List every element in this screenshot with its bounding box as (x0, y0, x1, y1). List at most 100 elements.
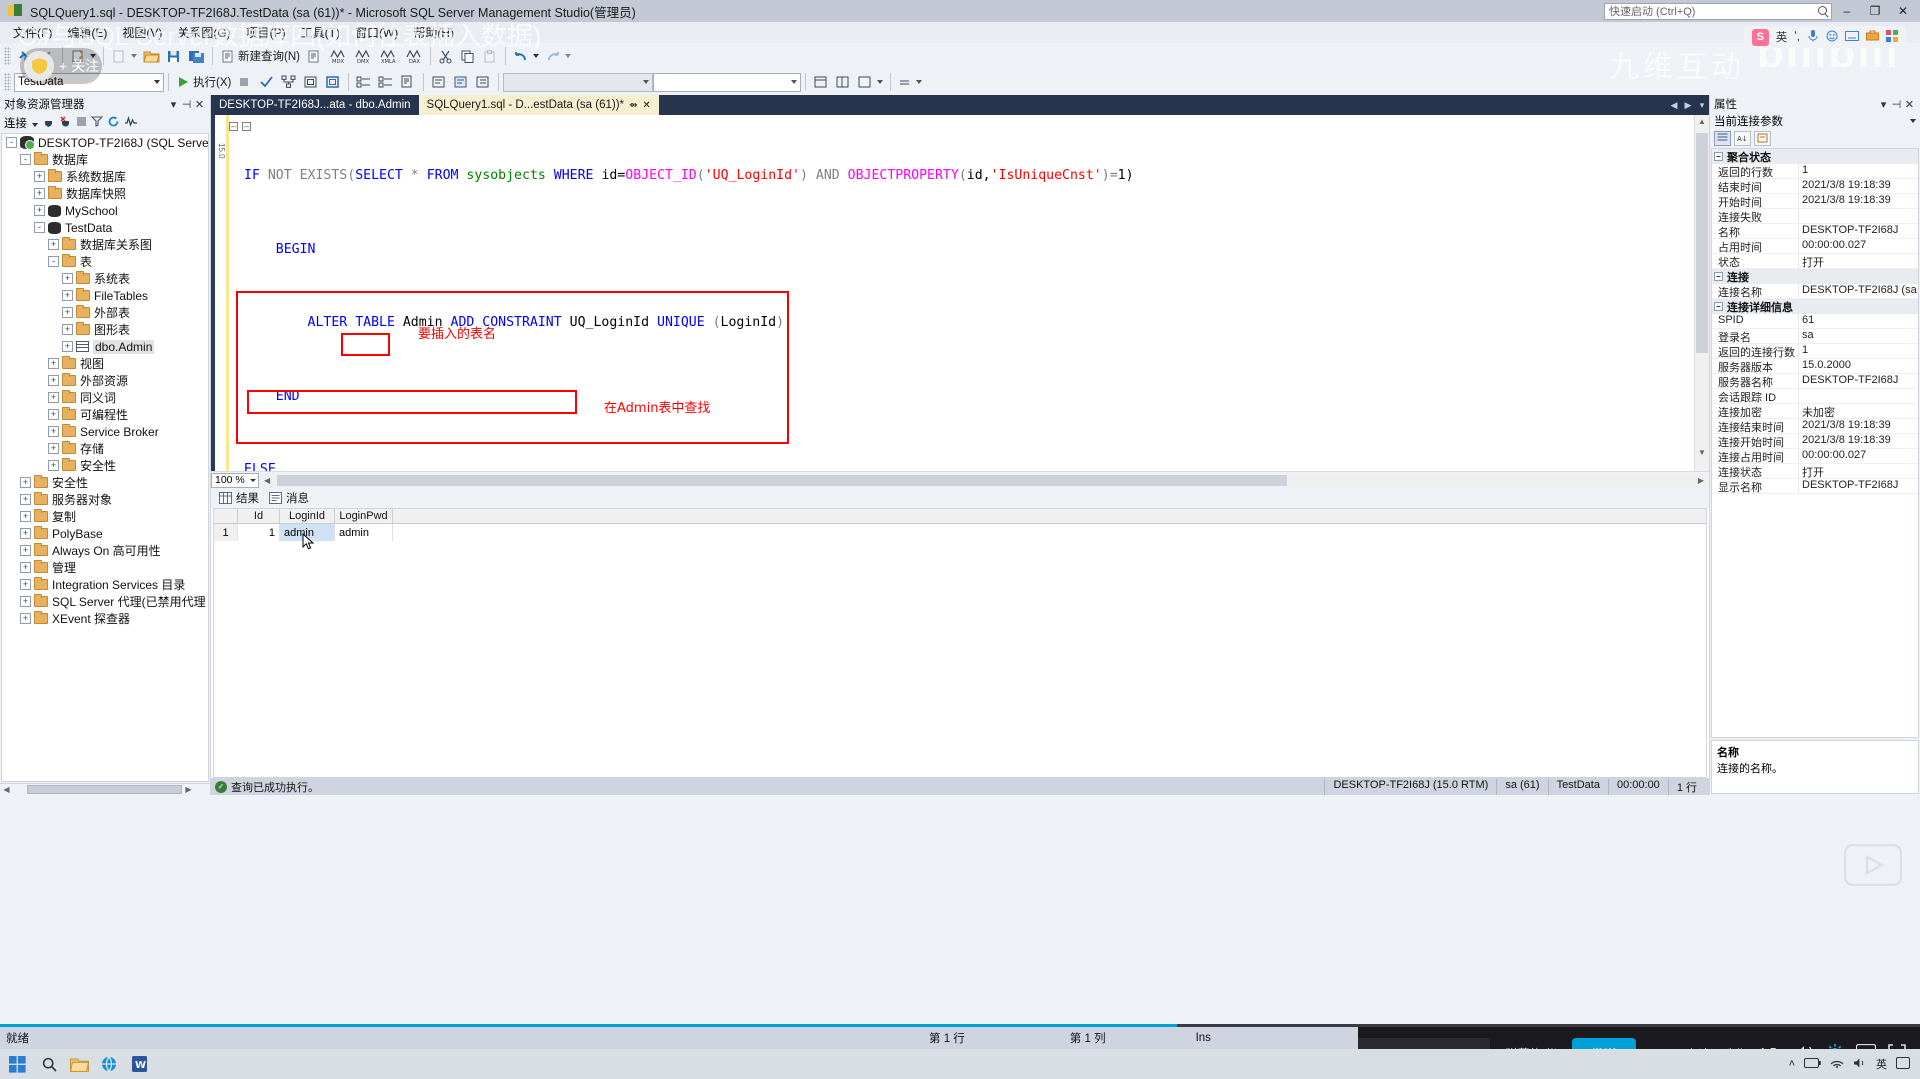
close-icon[interactable]: ✕ (1903, 98, 1916, 111)
tray-action-center-icon[interactable] (1896, 1056, 1910, 1072)
tree-node-13[interactable]: + 视图 (2, 355, 208, 372)
collapse-icon[interactable]: - (20, 154, 31, 165)
ime-mic-icon[interactable] (1807, 29, 1819, 45)
collapse-icon[interactable]: – (1714, 272, 1723, 281)
tab-sqlquery1[interactable]: SQLQuery1.sql - D...estData (sa (61))* ⇴… (418, 95, 659, 115)
close-icon[interactable]: ✕ (642, 100, 650, 111)
menu-view[interactable]: 视图(V) (115, 22, 169, 43)
collapse-icon[interactable]: - (48, 256, 59, 267)
scroll-right-icon[interactable]: ▶ (1698, 476, 1704, 485)
column-header-loginid[interactable]: LoginId (280, 509, 335, 523)
property-row[interactable]: 返回的连接行数 1 (1712, 344, 1918, 359)
toolbar-extra-2-icon[interactable] (832, 71, 854, 93)
start-button[interactable] (0, 1049, 34, 1079)
property-value[interactable] (1798, 209, 1918, 223)
property-value[interactable]: 61 (1798, 314, 1918, 328)
property-value[interactable]: DESKTOP-TF2I68J (1798, 479, 1918, 493)
menu-help[interactable]: 帮助(H) (406, 22, 461, 43)
solution-combobox[interactable] (503, 72, 654, 92)
property-row[interactable]: 连接占用时间 00:00:00.027 (1712, 449, 1918, 464)
scroll-right-icon[interactable]: ▶ (182, 785, 195, 794)
expand-icon[interactable]: + (62, 341, 73, 352)
expand-icon[interactable]: + (48, 375, 59, 386)
property-row[interactable]: 显示名称 DESKTOP-TF2I68J (1712, 479, 1918, 494)
scroll-down-icon[interactable]: ▼ (1695, 448, 1709, 457)
pin-icon[interactable]: ⇴ (629, 100, 637, 111)
stop-icon[interactable] (234, 71, 256, 93)
column-header-id[interactable]: Id (238, 509, 280, 523)
tree-node-7[interactable]: -表 (2, 253, 208, 270)
toolbar-grip[interactable] (4, 47, 11, 65)
expand-icon[interactable]: + (48, 409, 59, 420)
property-pages-icon[interactable] (1754, 130, 1771, 146)
expand-icon[interactable]: + (20, 511, 31, 522)
property-row[interactable]: 开始时间 2021/3/8 19:18:39 (1712, 194, 1918, 209)
ime-lang-label[interactable]: 英 (1776, 29, 1788, 45)
expand-icon[interactable]: + (20, 562, 31, 573)
property-row[interactable]: 返回的行数 1 (1712, 164, 1918, 179)
tree-node-24[interactable]: + Always On 高可用性 (2, 542, 208, 559)
current-connection-row[interactable]: 当前连接参数 (1710, 113, 1920, 129)
filter-icon[interactable] (90, 115, 104, 130)
chevron-down-icon[interactable]: ▾ (1877, 98, 1890, 111)
property-value[interactable]: 15.0.2000 (1798, 359, 1918, 373)
expand-icon[interactable]: + (34, 188, 45, 199)
tree-node-8[interactable]: + 系统表 (2, 270, 208, 287)
expand-icon[interactable]: + (20, 596, 31, 607)
scroll-thumb[interactable] (27, 785, 182, 794)
property-row[interactable]: 连接状态 打开 (1712, 464, 1918, 479)
expand-icon[interactable]: + (48, 443, 59, 454)
tree-node-20[interactable]: + 安全性 (2, 474, 208, 491)
tab-list-icon[interactable]: ▾ (1695, 95, 1709, 115)
property-row[interactable]: 连接失败 (1712, 209, 1918, 224)
property-row[interactable]: 登录名 sa (1712, 329, 1918, 344)
property-value[interactable]: DESKTOP-TF2I68J (1798, 374, 1918, 388)
maximize-button[interactable]: ❐ (1862, 1, 1888, 21)
tree-node-19[interactable]: + 安全性 (2, 457, 208, 474)
mdx-query-icon[interactable]: MDX (325, 45, 350, 67)
save-all-icon[interactable] (185, 45, 208, 67)
property-group-1[interactable]: – 连接 (1712, 269, 1918, 284)
collapse-icon[interactable]: - (34, 222, 45, 233)
close-button[interactable]: ✕ (1890, 1, 1916, 21)
property-value[interactable]: 打开 (1798, 464, 1918, 478)
expand-icon[interactable]: + (62, 273, 73, 284)
expand-icon[interactable]: + (48, 426, 59, 437)
taskbar-search-icon[interactable] (34, 1049, 64, 1079)
uncomment-icon[interactable] (450, 71, 472, 93)
property-value[interactable]: sa (1798, 329, 1918, 343)
menu-tools[interactable]: 工具(T) (294, 22, 347, 43)
disconnect-object-explorer-icon[interactable] (59, 115, 72, 131)
property-group-0[interactable]: – 聚合状态 (1712, 149, 1918, 164)
scroll-thumb[interactable] (1696, 133, 1708, 353)
close-icon[interactable]: ✕ (193, 98, 206, 111)
tree-node-16[interactable]: + 可编程性 (2, 406, 208, 423)
properties-list[interactable]: – 聚合状态 返回的行数 1 结束时间 2021/3/8 19:18:39 开始时间 2021… (1711, 148, 1919, 738)
new-query-db-icon[interactable] (303, 45, 325, 67)
expand-icon[interactable]: + (34, 205, 45, 216)
include-actual-plan-icon[interactable] (300, 71, 322, 93)
property-row[interactable]: 名称 DESKTOP-TF2I68J (1712, 224, 1918, 239)
open-file-icon[interactable] (140, 45, 163, 67)
property-value[interactable]: 1 (1798, 164, 1918, 178)
chevron-down-icon[interactable]: ▾ (167, 98, 180, 111)
tree-node-21[interactable]: + 服务器对象 (2, 491, 208, 508)
results-to-grid-icon[interactable] (353, 71, 375, 93)
tab-dbo-admin[interactable]: DESKTOP-TF2I68J...ata - dbo.Admin (211, 95, 419, 115)
table-row[interactable]: 1 1 admin admin (214, 524, 1706, 541)
expand-icon[interactable]: + (20, 477, 31, 488)
expand-icon[interactable]: + (20, 528, 31, 539)
editor-vscrollbar[interactable]: ▲ ▼ (1694, 115, 1709, 471)
expand-icon[interactable]: + (20, 545, 31, 556)
scroll-left-icon[interactable]: ◀ (0, 785, 13, 794)
save-icon[interactable] (163, 45, 185, 67)
tray-network-icon[interactable] (1830, 1057, 1844, 1071)
toolbar-grip[interactable] (4, 73, 11, 91)
property-row[interactable]: 会话跟踪 ID (1712, 389, 1918, 404)
tree-node-26[interactable]: + Integration Services 目录 (2, 576, 208, 593)
property-value[interactable] (1798, 389, 1918, 403)
results-to-file-icon[interactable] (397, 71, 419, 93)
ime-toolbox-icon[interactable] (1866, 30, 1879, 44)
expand-icon[interactable]: + (62, 307, 73, 318)
stop-icon[interactable] (76, 116, 87, 130)
